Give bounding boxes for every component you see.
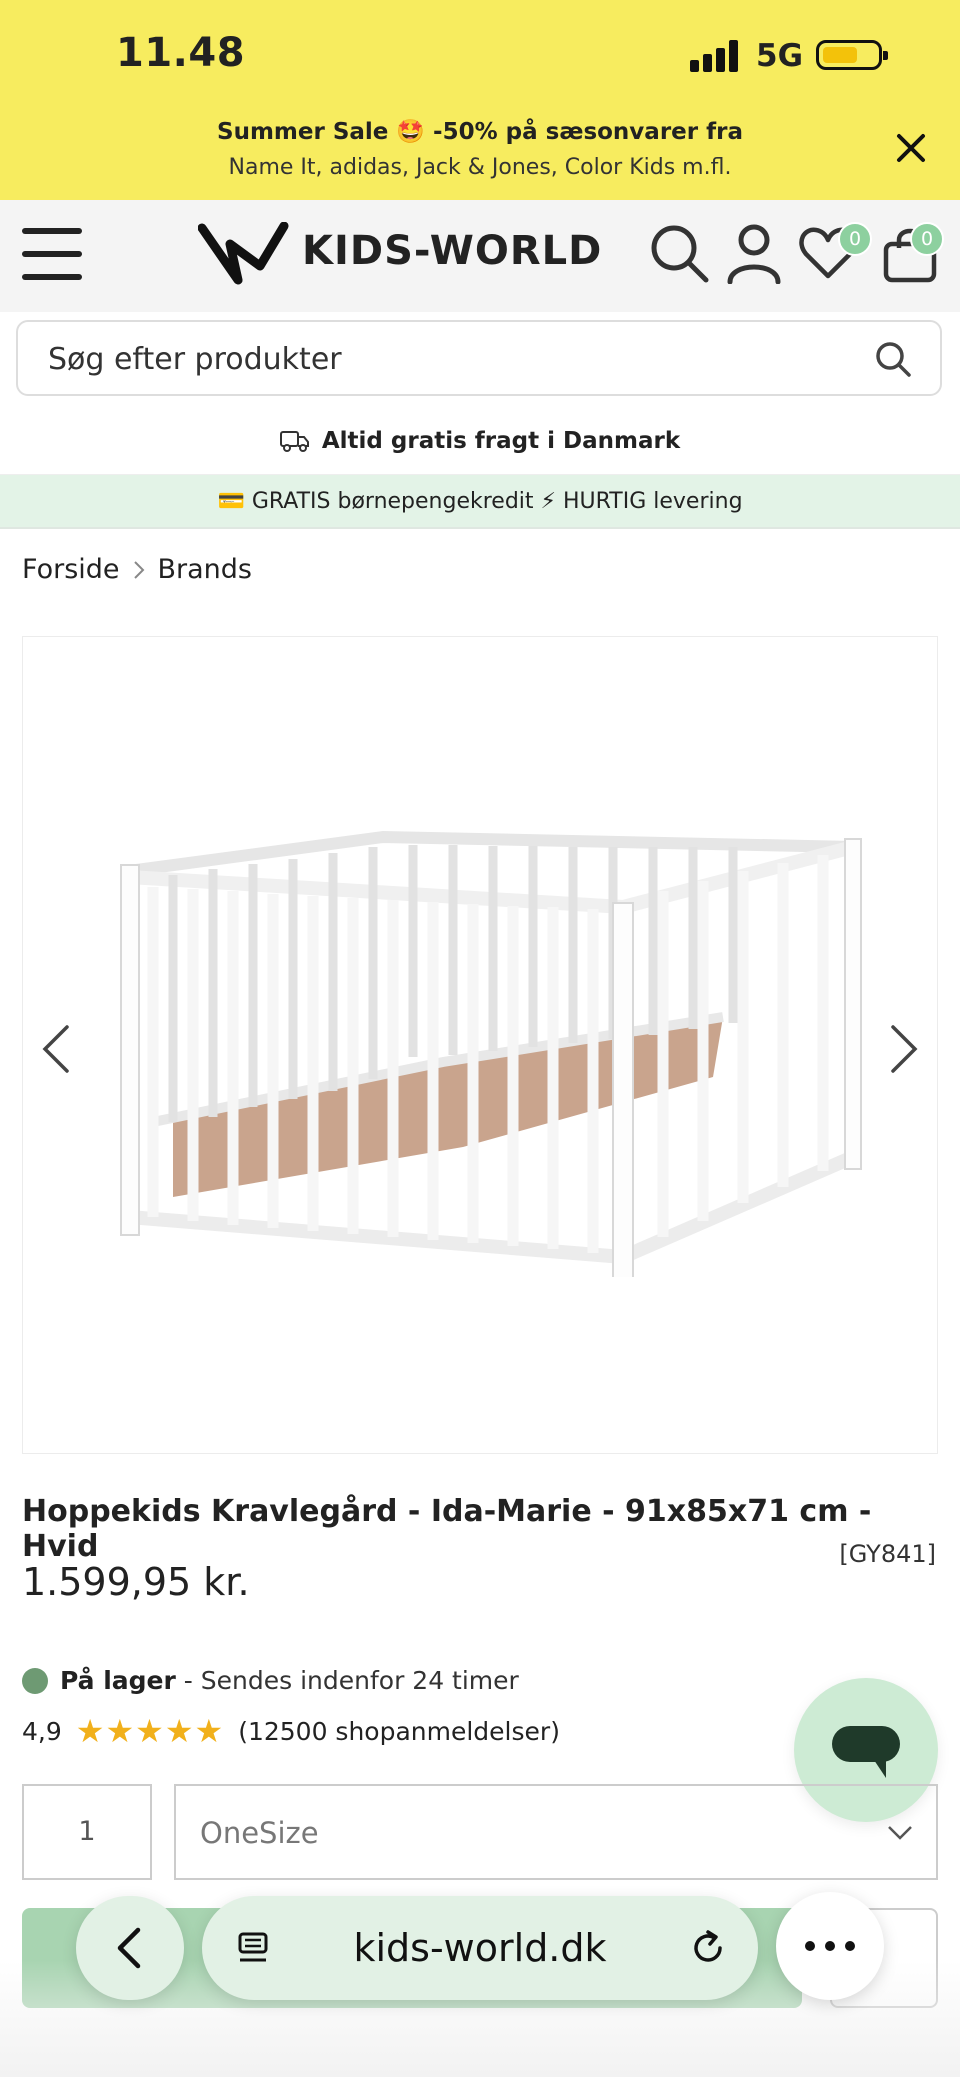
benefits-bar: 💳 GRATIS børnepengekredit ⚡ HURTIG lever… xyxy=(0,475,960,529)
size-select-value: OneSize xyxy=(200,1816,319,1850)
browser-more-button[interactable] xyxy=(776,1892,884,2000)
browser-address-bar[interactable]: kids-world.dk xyxy=(202,1896,758,2000)
review-count: (12500 shopanmeldelser) xyxy=(238,1716,560,1746)
chevron-left-icon xyxy=(117,1927,141,1969)
shop-rating[interactable]: 4,9 ★★★★★ (12500 shopanmeldelser) xyxy=(22,1712,560,1750)
chevron-left-icon[interactable] xyxy=(37,1021,77,1077)
benefits-text: 💳 GRATIS børnepengekredit ⚡ HURTIG lever… xyxy=(217,488,743,514)
size-select[interactable]: OneSize xyxy=(174,1784,938,1880)
star-icons: ★★★★★ xyxy=(75,1712,225,1750)
stock-dot-icon xyxy=(22,1667,48,1694)
chevron-right-icon[interactable] xyxy=(883,1021,923,1077)
product-image-playpen xyxy=(120,830,862,1277)
breadcrumb-home[interactable]: Forside xyxy=(22,554,120,585)
search-icon[interactable] xyxy=(648,222,710,284)
reload-icon[interactable] xyxy=(688,1928,728,1968)
menu-icon[interactable] xyxy=(22,228,82,280)
close-icon[interactable] xyxy=(893,130,929,166)
browser-back-button[interactable] xyxy=(76,1896,184,2000)
stock-detail: - Sendes indenfor 24 timer xyxy=(175,1666,519,1695)
account-icon[interactable] xyxy=(726,222,782,284)
product-image-gallery[interactable] xyxy=(22,636,938,1454)
cart-count-badge: 0 xyxy=(910,222,944,256)
network-label: 5G xyxy=(756,38,804,74)
product-sku: [GY841] xyxy=(839,1540,936,1568)
battery-icon xyxy=(816,40,888,70)
product-title: Hoppekids Kravlegård - Ida-Marie - 91x85… xyxy=(22,1494,872,1564)
quantity-field[interactable]: 1 xyxy=(22,1784,152,1880)
stock-status: På lager - Sendes indenfor 24 timer xyxy=(22,1666,519,1695)
promo-subline[interactable]: Name It, adidas, Jack & Jones, Color Kid… xyxy=(0,155,960,180)
shipping-text: Altid gratis fragt i Danmark xyxy=(321,428,681,454)
signal-icon xyxy=(690,40,742,72)
chevron-down-icon xyxy=(888,1826,912,1840)
breadcrumb-brands[interactable]: Brands xyxy=(158,554,253,585)
search-input[interactable] xyxy=(46,322,850,396)
more-dots-icon xyxy=(805,1941,855,1951)
logo-text[interactable]: KIDS-WORLD xyxy=(302,228,602,274)
status-time: 11.48 xyxy=(116,30,246,76)
breadcrumb: Forside Brands xyxy=(22,554,252,585)
rating-value: 4,9 xyxy=(22,1716,62,1746)
truck-icon xyxy=(279,431,309,452)
search-bar xyxy=(16,320,942,396)
stock-label: På lager xyxy=(60,1666,176,1695)
shipping-info: Altid gratis fragt i Danmark xyxy=(0,408,960,475)
chevron-right-icon xyxy=(133,560,144,579)
browser-url[interactable]: kids-world.dk xyxy=(202,1926,758,1970)
wishlist-count-badge: 0 xyxy=(838,222,872,256)
search-icon[interactable] xyxy=(874,340,912,378)
product-price: 1.599,95 kr. xyxy=(22,1560,250,1604)
chat-bubble-icon xyxy=(832,1726,900,1778)
promo-headline[interactable]: Summer Sale 🤩 -50% på sæsonvarer fra xyxy=(0,118,960,145)
logo-mark-icon[interactable] xyxy=(198,222,290,286)
